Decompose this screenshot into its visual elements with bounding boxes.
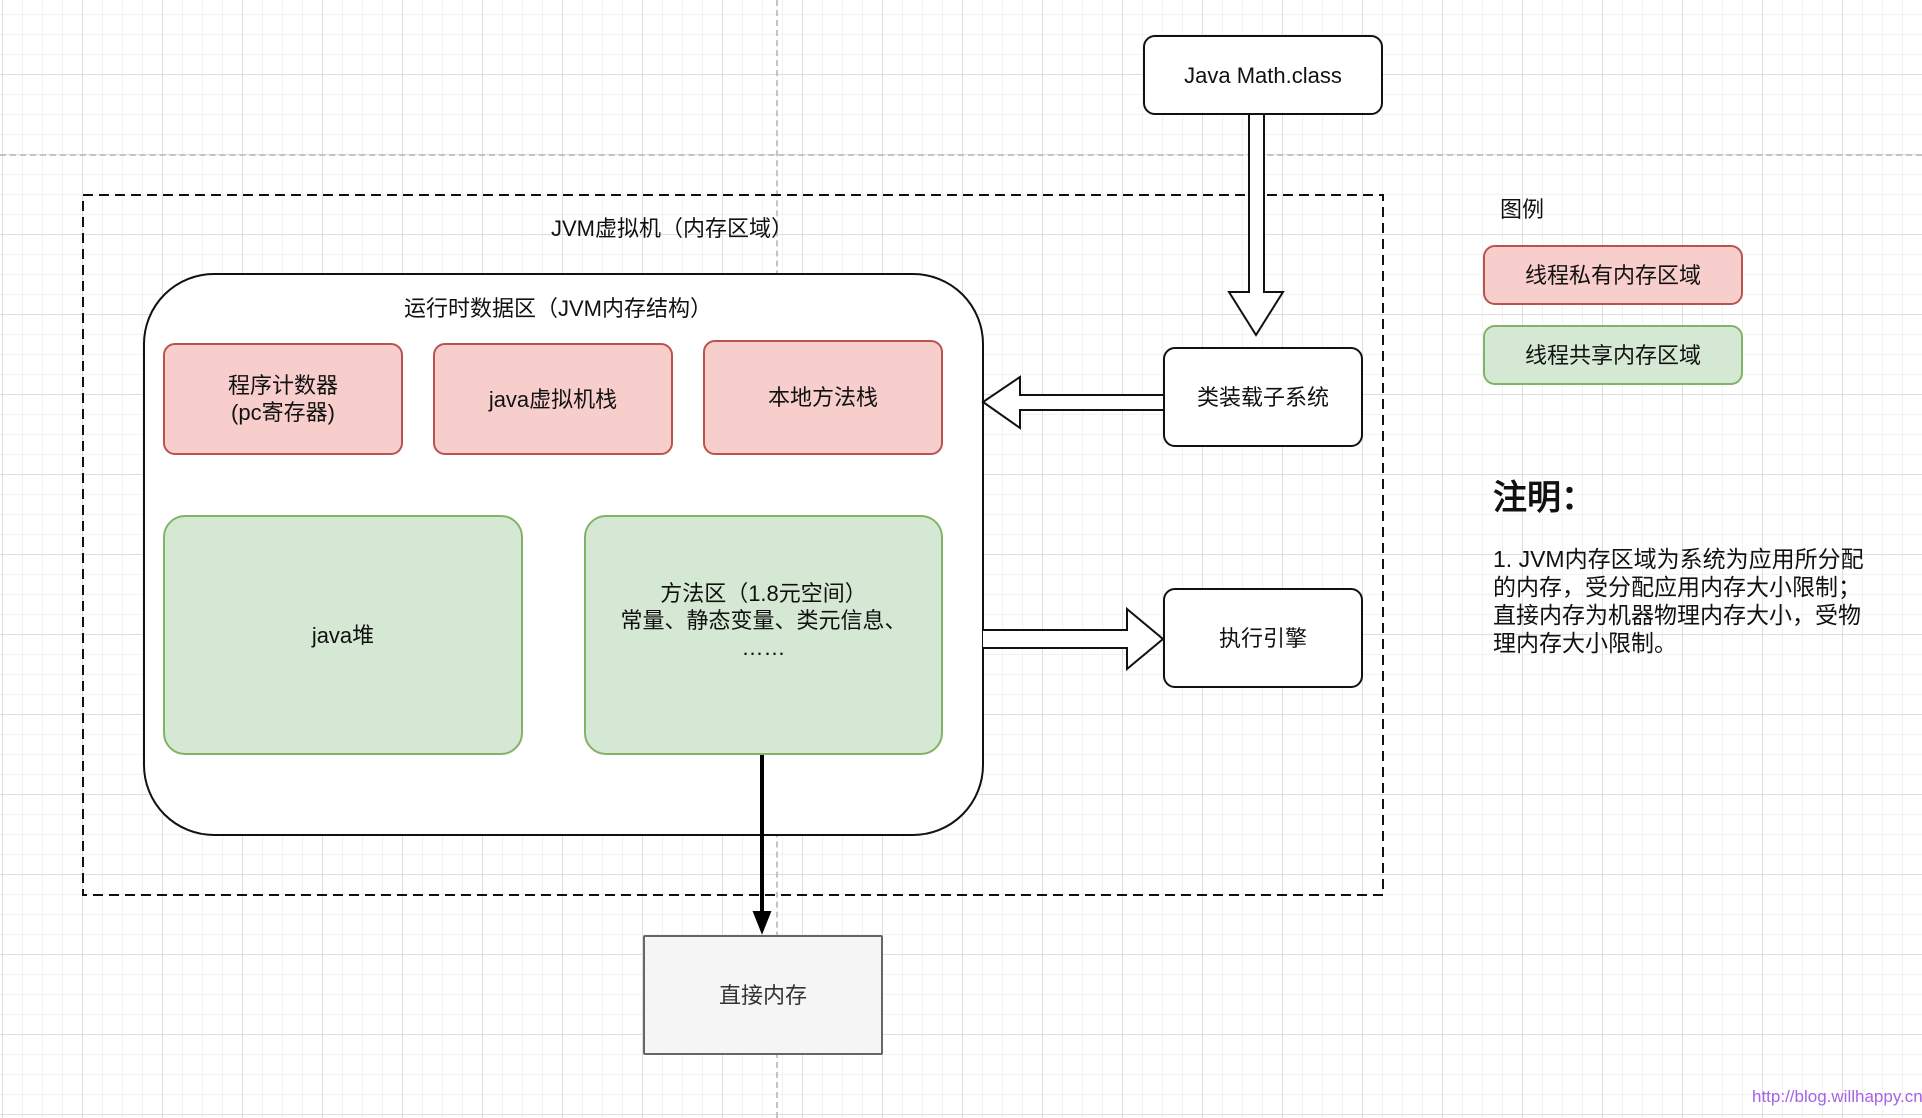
method-area-box[interactable]: 方法区（1.8元空间） 常量、静态变量、类元信息、 …… [584, 515, 943, 755]
legend-item-private-label: 线程私有内存区域 [1524, 262, 1701, 288]
arrow-runtime-to-engine [983, 606, 1165, 672]
arrow-classloader-to-runtime [981, 375, 1163, 430]
method-area-label: 方法区（1.8元空间） 常量、静态变量、类元信息、 …… [620, 580, 907, 660]
arrow-load-class [1227, 115, 1285, 337]
native-method-stack-label: 本地方法栈 [767, 385, 878, 410]
watermark-link[interactable]: http://blog.willhappy.cn [1752, 1087, 1922, 1107]
java-math-class-label: Java Math.class [1184, 62, 1342, 88]
java-heap-box[interactable]: java堆 [163, 515, 523, 755]
legend-item-shared-label: 线程共享内存区域 [1524, 342, 1701, 368]
legend-item-private: 线程私有内存区域 [1483, 245, 1743, 305]
jvm-stack-label: java虚拟机栈 [488, 386, 618, 412]
java-heap-label: java堆 [311, 622, 375, 648]
native-method-stack-box[interactable]: 本地方法栈 [703, 340, 943, 455]
program-counter-label: 程序计数器 (pc寄存器) [227, 373, 338, 425]
legend-item-shared: 线程共享内存区域 [1483, 325, 1743, 385]
arrow-head-direct-memory [752, 911, 772, 935]
direct-memory-box[interactable]: 直接内存 [643, 935, 883, 1055]
jvm-title: JVM虚拟机（内存区域） [551, 216, 794, 241]
execution-engine-label: 执行引擎 [1218, 625, 1307, 651]
class-loader-box[interactable]: 类装载子系统 [1163, 347, 1363, 447]
direct-memory-label: 直接内存 [718, 982, 807, 1008]
jvm-stack-box[interactable]: java虚拟机栈 [433, 343, 673, 455]
runtime-data-area-title: 运行时数据区（JVM内存结构） [404, 296, 713, 321]
notes-body: 1. JVM内存区域为系统为应用所分配的内存，受分配应用内存大小限制；直接内存为… [1493, 546, 1864, 656]
legend-title: 图例 [1500, 197, 1545, 222]
class-loader-label: 类装载子系统 [1196, 384, 1329, 410]
execution-engine-box[interactable]: 执行引擎 [1163, 588, 1363, 688]
notes-title: 注明： [1493, 479, 1595, 517]
java-math-class-box[interactable]: Java Math.class [1143, 35, 1383, 115]
program-counter-box[interactable]: 程序计数器 (pc寄存器) [163, 343, 403, 455]
